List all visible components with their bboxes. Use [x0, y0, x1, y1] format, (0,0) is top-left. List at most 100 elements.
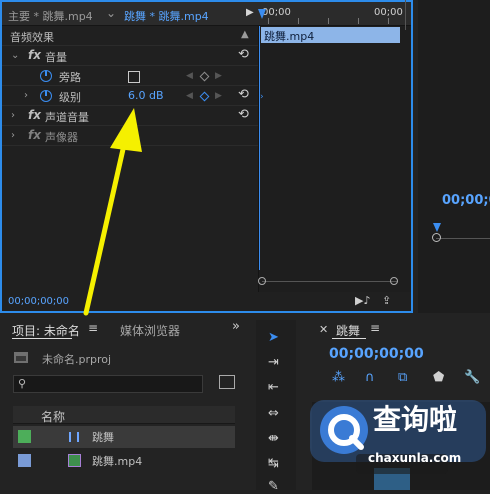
rate-stretch-tool-icon[interactable]: ⇔ — [268, 406, 279, 421]
timeline-scrollbar[interactable] — [258, 277, 398, 289]
ruler-tick — [268, 18, 269, 24]
reset-icon[interactable]: ⟲ — [238, 87, 249, 102]
nest-toggle-icon[interactable]: ⁂ — [332, 370, 345, 385]
ruler-tick — [298, 18, 299, 24]
program-monitor-panel — [418, 0, 490, 313]
ruler-tick — [328, 18, 329, 24]
project-panel: 项目: 未命名 ≡ 媒体浏览器 » 未命名.prproj ⚲ 名称 跳舞 跳舞.… — [0, 316, 248, 490]
active-tab-indicator — [332, 338, 366, 339]
stopwatch-icon[interactable] — [40, 90, 52, 102]
panner-label: 声像器 — [45, 131, 78, 144]
level-value[interactable]: 6.0 dB — [128, 89, 164, 102]
keyframe-icon[interactable] — [199, 91, 210, 102]
keyframe-marker-icon: › — [260, 92, 264, 102]
fx-icon[interactable]: fx — [28, 108, 41, 122]
video-clip-icon — [68, 454, 81, 467]
playhead-line[interactable] — [259, 26, 260, 270]
playhead-marker[interactable] — [258, 9, 266, 19]
pen-tool-icon[interactable]: ✎ — [268, 479, 279, 494]
chevron-right-icon[interactable]: › — [11, 110, 15, 121]
program-timecode[interactable]: 00;00;0 — [442, 193, 490, 208]
fx-icon[interactable]: fx — [28, 48, 41, 62]
folder-icon — [14, 352, 28, 363]
marker-icon[interactable]: ⬟ — [433, 370, 444, 385]
project-item-label: 跳舞.mp4 — [92, 455, 143, 468]
annotation-arrow — [83, 108, 142, 316]
name-column-label: 名称 — [41, 410, 66, 424]
name-column-header[interactable]: 名称 — [13, 406, 235, 424]
export-icon[interactable]: ⇪ — [382, 294, 391, 307]
scrollbar-right-handle[interactable] — [390, 277, 398, 285]
snap-icon[interactable]: ∩ — [365, 370, 375, 385]
audio-effects-header: 音频效果 ▲ — [2, 26, 258, 46]
audio-scrub-icon[interactable]: ▶♪ — [355, 294, 370, 307]
chevron-down-icon[interactable]: ⌄ — [106, 6, 116, 20]
project-item-row[interactable]: 跳舞.mp4 — [13, 450, 235, 472]
watermark-title: 查询啦 — [373, 403, 458, 436]
next-keyframe-icon[interactable]: ▶ — [215, 71, 222, 81]
effect-controls-timecode[interactable]: 00;00;00;00 — [8, 296, 69, 307]
project-tab[interactable]: 项目: 未命名 — [12, 322, 80, 339]
label-color-swatch[interactable] — [18, 430, 31, 443]
sequence-clip-tab[interactable]: 跳舞 * 跳舞.mp4 — [124, 8, 209, 24]
tools-panel: ➤ ⇥ ⇤ ⇔ ⇼ ↹ ✎ — [256, 320, 296, 494]
panel-divider — [405, 0, 406, 30]
panel-menu-icon[interactable]: ≡ — [370, 321, 380, 335]
linked-selection-icon[interactable]: ⧉ — [398, 370, 407, 385]
panel-overflow-icon[interactable]: » — [232, 319, 240, 334]
search-icon: ⚲ — [18, 377, 27, 390]
volume-label: 音量 — [45, 51, 67, 64]
project-search-input[interactable]: ⚲ — [13, 375, 203, 393]
label-color-swatch[interactable] — [18, 454, 31, 467]
razor-tool-icon[interactable]: ⇼ — [268, 431, 279, 446]
reset-icon[interactable]: ⟲ — [238, 47, 249, 62]
slip-tool-icon[interactable]: ↹ — [268, 456, 279, 471]
ruler-tick — [388, 18, 389, 24]
chevron-down-icon[interactable]: ⌄ — [11, 50, 19, 61]
program-playhead-marker[interactable] — [433, 223, 441, 232]
ruler-start-timecode: 00;00 — [262, 7, 291, 18]
media-browser-tab[interactable]: 媒体浏览器 — [120, 322, 180, 339]
track-select-tool-icon[interactable]: ⇥ — [268, 355, 279, 370]
scrollbar-left-handle[interactable] — [258, 277, 266, 285]
watermark-subtitle: chaxunla.com — [368, 451, 462, 465]
chevron-right-icon[interactable]: › — [24, 90, 28, 101]
effect-timeline-ruler[interactable]: 00;00 00;00 — [258, 2, 411, 26]
sequence-timecode[interactable]: 00;00;00;00 — [329, 346, 424, 362]
source-clip-tab[interactable]: 主要 * 跳舞.mp4 — [8, 8, 93, 24]
keyframe-icon[interactable] — [199, 71, 210, 82]
ruler-end-timecode: 00;00 — [374, 7, 403, 18]
panel-menu-icon[interactable]: ≡ — [88, 321, 98, 335]
reset-icon[interactable]: ⟲ — [238, 107, 249, 122]
volume-effect-row[interactable]: ⌄ fx 音量 ⟲ — [2, 46, 258, 66]
new-bin-icon[interactable] — [219, 375, 235, 389]
active-tab-indicator — [12, 338, 72, 339]
ripple-edit-tool-icon[interactable]: ⇤ — [268, 380, 279, 395]
level-row: › 级别 6.0 dB ◀ ▶ ⟲ — [2, 86, 258, 106]
prev-keyframe-icon[interactable]: ◀ — [186, 71, 193, 81]
collapse-up-icon[interactable]: ▲ — [241, 29, 249, 40]
wrench-icon[interactable]: 🔧 — [464, 370, 480, 385]
play-icon[interactable]: ▶ — [246, 7, 254, 18]
project-file-name: 未命名.prproj — [42, 353, 112, 366]
sequence-tab[interactable]: 跳舞 — [336, 322, 360, 339]
project-item-row[interactable]: 跳舞 — [13, 426, 235, 448]
program-scrub-bar[interactable] — [436, 238, 490, 242]
next-keyframe-icon[interactable]: ▶ — [215, 91, 222, 101]
selection-tool-icon[interactable]: ➤ — [268, 330, 279, 345]
close-icon[interactable]: ✕ — [319, 323, 328, 336]
sequence-icon — [69, 432, 79, 442]
bypass-label: 旁路 — [59, 71, 81, 84]
program-scrub-handle[interactable] — [432, 233, 441, 242]
prev-keyframe-icon[interactable]: ◀ — [186, 91, 193, 101]
level-label: 级别 — [59, 91, 81, 104]
bypass-checkbox[interactable] — [128, 71, 140, 83]
clip-bar[interactable]: 跳舞.mp4 — [261, 27, 400, 43]
chevron-right-icon[interactable]: › — [11, 130, 15, 141]
project-item-label: 跳舞 — [92, 431, 114, 444]
audio-effects-title: 音频效果 — [10, 31, 54, 44]
ruler-tick — [358, 18, 359, 24]
effect-timeline-area[interactable]: 跳舞.mp4 › — [258, 26, 411, 292]
fx-icon[interactable]: fx — [28, 128, 41, 142]
stopwatch-icon[interactable] — [40, 70, 52, 82]
